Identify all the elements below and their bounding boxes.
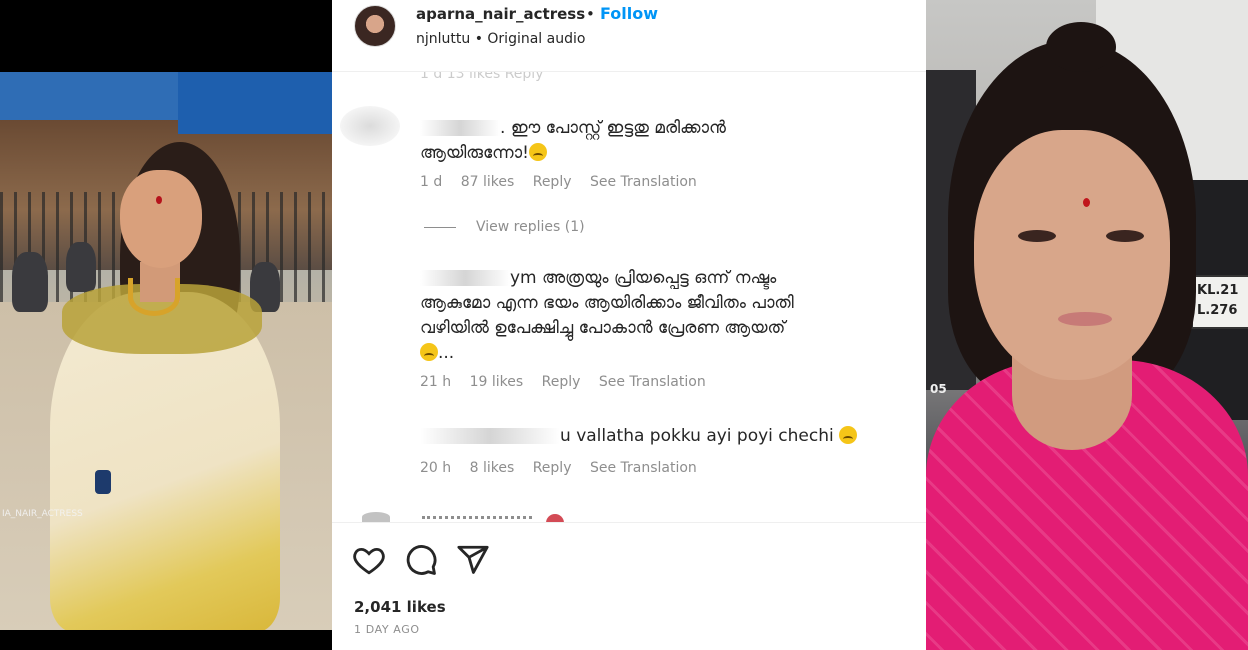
left-photo-panel: IA_NAIR_ACTRESS xyxy=(0,0,332,650)
view-replies-label: View replies (1) xyxy=(476,219,585,235)
like-count[interactable]: 2,041 likes xyxy=(354,598,446,616)
sad-face-emoji-icon xyxy=(528,143,547,161)
comment-line: ym അത്രയും പ്രിയപ്പെട്ട ഒന്ന് നഷ്ടം xyxy=(420,266,794,291)
right-eye xyxy=(1106,230,1144,242)
post-actions-bar: 2,041 likes 1 DAY AGO xyxy=(332,522,926,650)
commenter-avatar xyxy=(362,512,390,522)
view-replies-button[interactable]: View replies (1) xyxy=(424,219,585,235)
reply-button[interactable]: Reply xyxy=(533,174,572,190)
comment-meta: 21 h 19 likes Reply See Translation xyxy=(420,374,720,390)
comment-body: . ഈ പോസ്റ്റ് ഇട്ടതു മരിക്കാൻ ആയിരുന്നോ! xyxy=(420,116,726,166)
comment-line: ... xyxy=(420,341,794,366)
comment-body: ym അത്രയും പ്രിയപ്പെട്ട ഒന്ന് നഷ്ടം ആകുമ… xyxy=(420,266,794,366)
wrist-watch xyxy=(95,470,111,494)
comment-line: . ഈ പോസ്റ്റ് ഇട്ടതു മരിക്കാൻ xyxy=(420,116,726,141)
audio-line[interactable]: njnluttu • Original audio xyxy=(416,31,585,47)
cut-off-text xyxy=(422,516,532,519)
avatar[interactable] xyxy=(354,5,396,47)
hair-bun xyxy=(1046,22,1116,72)
comment-age: 1 d xyxy=(420,174,443,190)
comment-body: u vallatha pokku ayi poyi chechi xyxy=(420,424,858,449)
see-translation-button[interactable]: See Translation xyxy=(590,174,697,190)
sad-face-emoji-icon xyxy=(420,343,438,361)
side-mark-text: 05 xyxy=(930,382,947,396)
comment-age: 20 h xyxy=(420,460,452,476)
comment-line: ആയിരുന്നോ! xyxy=(420,141,726,166)
replies-divider-line xyxy=(424,226,456,228)
lips xyxy=(1058,312,1112,326)
comment-line: u vallatha pokku ayi poyi chechi xyxy=(420,424,858,449)
left-photo: IA_NAIR_ACTRESS xyxy=(0,72,332,630)
separator-dot: • xyxy=(586,5,595,23)
blurred-username xyxy=(420,428,560,444)
photo-watermark: IA_NAIR_ACTRESS xyxy=(2,509,83,519)
plate-text: KL.21 L.276 xyxy=(1197,281,1238,321)
reply-button[interactable]: Reply xyxy=(533,460,572,476)
parked-scooter xyxy=(12,252,48,312)
shop-sign xyxy=(0,72,178,120)
blurred-username xyxy=(420,120,500,136)
commenter-avatar[interactable] xyxy=(340,106,400,146)
plate-line: L.276 xyxy=(1197,303,1238,318)
right-photo-panel: 05 KL.21 L.276 xyxy=(926,0,1248,650)
see-translation-button[interactable]: See Translation xyxy=(590,460,697,476)
comment-likes[interactable]: 8 likes xyxy=(470,460,515,476)
comment-meta: 20 h 8 likes Reply See Translation xyxy=(420,460,711,476)
comment-likes[interactable]: 87 likes xyxy=(461,174,515,190)
bindi xyxy=(1083,198,1090,207)
comment-icon[interactable] xyxy=(404,543,438,577)
license-plate: KL.21 L.276 xyxy=(1191,275,1248,329)
blurred-username xyxy=(420,270,510,286)
parked-scooter xyxy=(66,242,96,292)
woman-face xyxy=(974,130,1170,380)
plate-line: KL.21 xyxy=(1197,283,1239,298)
shop-sign-right xyxy=(178,72,332,134)
instagram-post-panel: 1 d 13 likes Reply . ഈ പോസ്റ്റ് ഇട്ടതു മ… xyxy=(332,0,926,650)
comment-likes[interactable]: 19 likes xyxy=(470,374,524,390)
see-translation-button[interactable]: See Translation xyxy=(599,374,706,390)
comment-line: ആകുമോ എന്ന ഭയം ആയിരിക്കാം ജീവിതം പാതി xyxy=(420,293,794,313)
comment-line: വഴിയിൽ ഉപേക്ഷിച്ചു പോകാൻ പ്രേരണ ആയത് xyxy=(420,318,786,338)
paper-plane-icon[interactable] xyxy=(456,543,490,577)
follow-button[interactable]: Follow xyxy=(600,4,658,23)
comments-list[interactable]: 1 d 13 likes Reply . ഈ പോസ്റ്റ് ഇട്ടതു മ… xyxy=(332,62,926,522)
comment-age: 21 h xyxy=(420,374,452,390)
username[interactable]: aparna_nair_actress xyxy=(416,5,585,23)
next-comment-cut-off xyxy=(362,510,562,522)
comment-meta: 1 d 87 likes Reply See Translation xyxy=(420,174,711,190)
woman-face xyxy=(120,170,202,268)
post-header: aparna_nair_actress • Follow njnluttu • … xyxy=(332,0,926,72)
post-timestamp: 1 DAY AGO xyxy=(354,623,420,636)
reply-button[interactable]: Reply xyxy=(542,374,581,390)
heart-icon[interactable] xyxy=(352,543,386,577)
left-eye xyxy=(1018,230,1056,242)
bindi xyxy=(156,196,162,204)
gold-necklace xyxy=(128,278,180,316)
sad-face-emoji-icon xyxy=(839,426,858,444)
